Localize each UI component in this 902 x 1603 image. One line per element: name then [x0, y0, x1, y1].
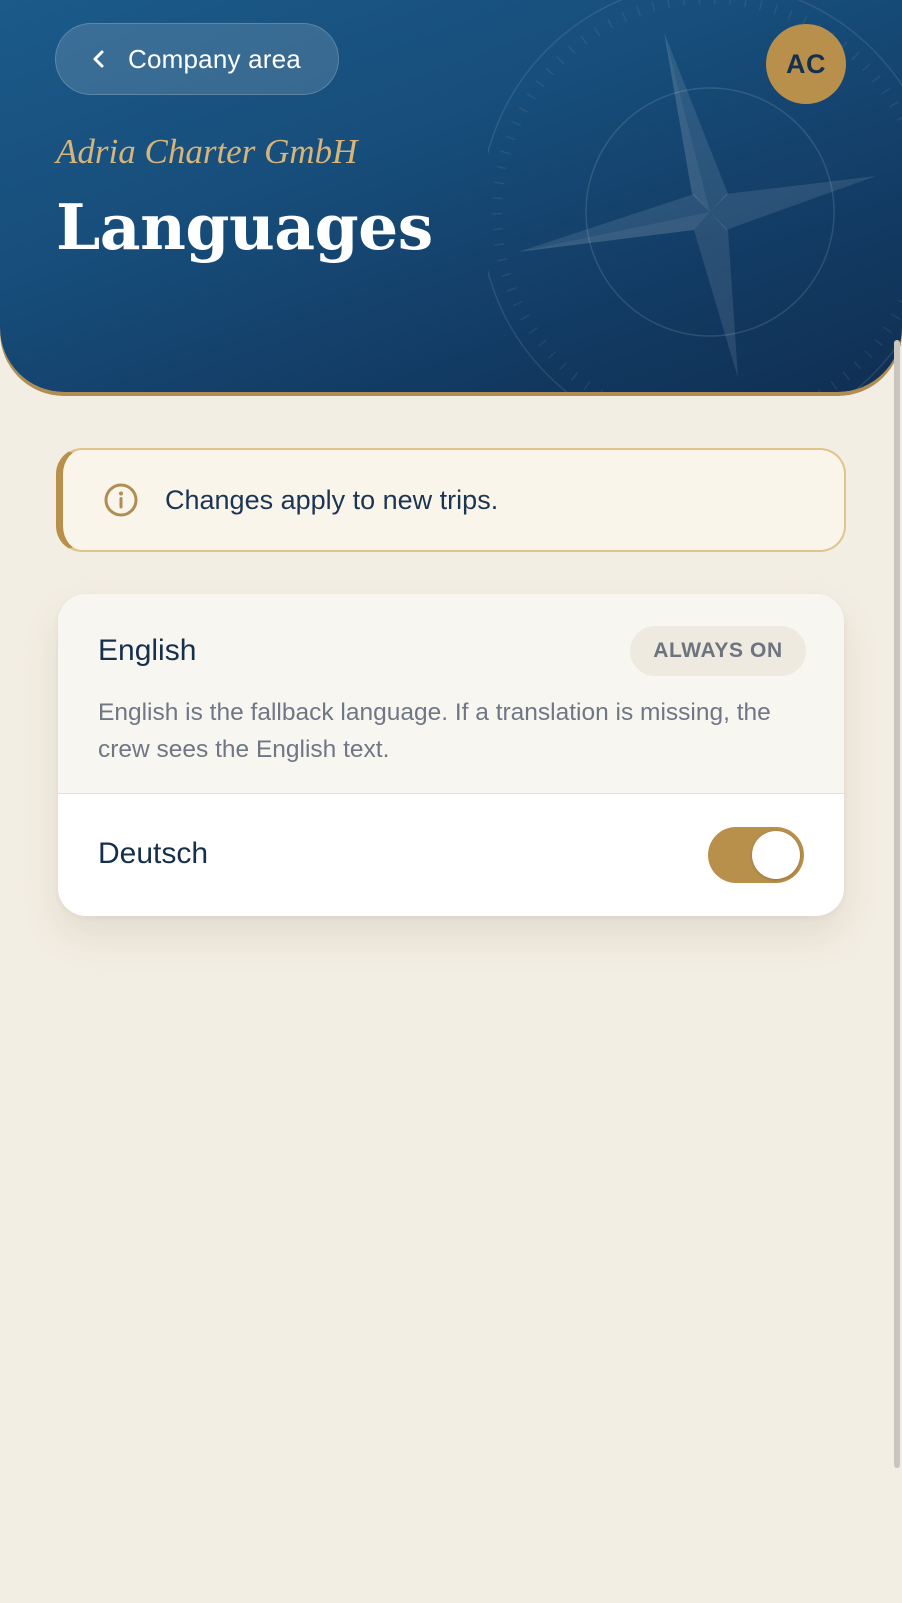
company-name: Adria Charter GmbH: [56, 132, 358, 171]
language-description: English is the fallback language. If a t…: [98, 699, 771, 763]
language-name: Deutsch: [98, 837, 209, 870]
avatar[interactable]: AC: [766, 24, 846, 104]
info-notice: Changes apply to new trips.: [56, 448, 846, 552]
info-icon: [103, 482, 139, 518]
info-notice-text: Changes apply to new trips.: [165, 484, 499, 515]
deutsch-toggle[interactable]: [708, 827, 804, 883]
chevron-left-icon: [92, 49, 108, 69]
scrollbar[interactable]: [894, 340, 900, 1468]
language-row-english: English ALWAYS ON English is the fallbac…: [58, 594, 844, 794]
page-header: Company area AC Adria Charter GmbH Langu…: [0, 0, 902, 392]
language-row-deutsch[interactable]: Deutsch: [58, 794, 844, 916]
language-name: English: [98, 634, 197, 667]
languages-card: English ALWAYS ON English is the fallbac…: [58, 594, 844, 916]
toggle-knob: [752, 831, 800, 879]
page-title: Languages: [56, 190, 433, 264]
back-button-label: Company area: [128, 43, 301, 74]
back-button[interactable]: Company area: [55, 23, 339, 95]
always-on-badge: ALWAYS ON: [630, 626, 806, 676]
